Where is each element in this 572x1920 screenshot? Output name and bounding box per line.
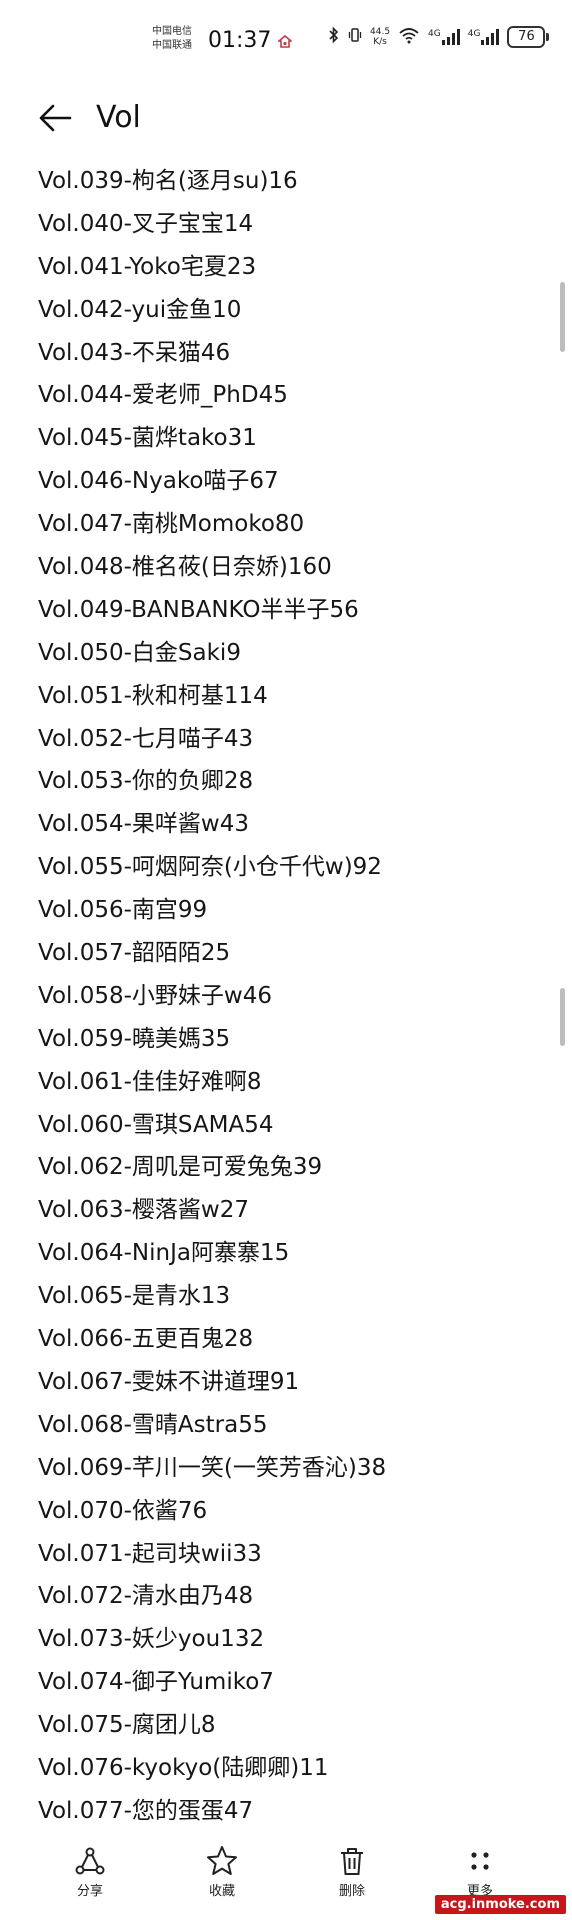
wifi-icon bbox=[398, 26, 420, 48]
signal-1-bars-icon bbox=[441, 29, 460, 45]
scrollbar-thumb-upper[interactable] bbox=[560, 282, 565, 352]
list-item[interactable]: Vol.062-周叽是可爱兔兔39 bbox=[38, 1154, 386, 1197]
notification-badge-icon bbox=[276, 34, 294, 48]
signal-2-bars-icon bbox=[481, 29, 500, 45]
list-item[interactable]: Vol.069-芊川一笑(一笑芳香沁)38 bbox=[38, 1455, 386, 1498]
list-item[interactable]: Vol.041-Yoko宅夏23 bbox=[38, 254, 386, 297]
list-item[interactable]: Vol.061-佳佳好难啊8 bbox=[38, 1069, 386, 1112]
list-item[interactable]: Vol.057-韶陌陌25 bbox=[38, 940, 386, 983]
network-speed: 44.5 K/s bbox=[370, 27, 390, 47]
volume-list: Vol.039-枸名(逐月su)16 Vol.040-叉子宝宝14 Vol.041-… bbox=[38, 168, 386, 1841]
list-item[interactable]: Vol.047-南桃Momoko80 bbox=[38, 511, 386, 554]
list-item[interactable]: Vol.068-雪晴Astra55 bbox=[38, 1412, 386, 1455]
list-item[interactable]: Vol.067-雯妹不讲道理91 bbox=[38, 1369, 386, 1412]
list-item[interactable]: Vol.042-yui金鱼10 bbox=[38, 297, 386, 340]
status-icons: 44.5 K/s 4G 4G 76 bbox=[328, 26, 550, 48]
carrier-2: 中国联通 bbox=[152, 40, 192, 51]
list-item[interactable]: Vol.073-妖少you132 bbox=[38, 1626, 386, 1669]
list-item[interactable]: Vol.072-清水由乃48 bbox=[38, 1583, 386, 1626]
share-label: 分享 bbox=[76, 1884, 103, 1899]
more-dots-icon bbox=[471, 1852, 489, 1870]
favorite-label: 收藏 bbox=[208, 1884, 235, 1899]
signal-label-2: 4G bbox=[467, 29, 481, 39]
share-icon bbox=[75, 1847, 105, 1875]
list-item[interactable]: Vol.066-五更百鬼28 bbox=[38, 1326, 386, 1369]
list-item[interactable]: Vol.051-秋和柯基114 bbox=[38, 683, 386, 726]
bluetooth-icon bbox=[328, 26, 340, 48]
list-item[interactable]: Vol.055-呵烟阿奈(小仓千代w)92 bbox=[38, 854, 386, 897]
list-item[interactable]: Vol.048-椎名莜(日奈娇)160 bbox=[38, 554, 386, 597]
list-item[interactable]: Vol.054-果咩酱w43 bbox=[38, 811, 386, 854]
list-item[interactable]: Vol.053-你的负卿28 bbox=[38, 768, 386, 811]
signal-label-1: 4G bbox=[428, 29, 441, 39]
list-item[interactable]: Vol.050-白金Saki9 bbox=[38, 640, 386, 683]
list-item[interactable]: Vol.065-是青水13 bbox=[38, 1283, 386, 1326]
app-header: Vol bbox=[0, 88, 572, 148]
list-item[interactable]: Vol.039-枸名(逐月su)16 bbox=[38, 168, 386, 211]
signal-1: 4G bbox=[428, 29, 460, 45]
battery-level: 76 bbox=[507, 26, 546, 48]
clock: 01:37 bbox=[208, 28, 272, 53]
share-button[interactable]: 分享 bbox=[50, 1844, 130, 1899]
list-item[interactable]: Vol.074-御子Yumiko7 bbox=[38, 1669, 386, 1712]
more-button[interactable]: 更多 bbox=[440, 1844, 520, 1899]
list-item[interactable]: Vol.056-南宫99 bbox=[38, 897, 386, 940]
list-item[interactable]: Vol.044-爱老师_PhD45 bbox=[38, 382, 386, 425]
bottom-action-bar: 分享 收藏 删除 更多 acg.inmoke.com bbox=[0, 1836, 572, 1920]
page-title: Vol bbox=[96, 100, 141, 135]
status-bar: 中国电信 中国联通 01:37 44.5 K/s 4G 4G 76 bbox=[0, 0, 572, 80]
carrier-info: 中国电信 中国联通 bbox=[152, 25, 192, 53]
list-item[interactable]: Vol.064-NinJa阿寨寨15 bbox=[38, 1240, 386, 1283]
vibrate-icon bbox=[348, 26, 362, 48]
network-speed-unit: K/s bbox=[373, 37, 387, 47]
list-item[interactable]: Vol.071-起司块wii33 bbox=[38, 1541, 386, 1584]
battery-icon: 76 bbox=[507, 26, 550, 48]
watermark: acg.inmoke.com bbox=[434, 1895, 566, 1914]
list-item[interactable]: Vol.075-腐团儿8 bbox=[38, 1712, 386, 1755]
network-speed-value: 44.5 bbox=[370, 27, 391, 37]
delete-button[interactable]: 删除 bbox=[312, 1844, 392, 1899]
signal-2: 4G bbox=[468, 29, 500, 45]
back-button[interactable] bbox=[36, 98, 76, 138]
list-item[interactable]: Vol.063-樱落酱w27 bbox=[38, 1197, 386, 1240]
list-item[interactable]: Vol.043-不呆猫46 bbox=[38, 340, 386, 383]
list-item[interactable]: Vol.077-您的蛋蛋47 bbox=[38, 1798, 386, 1841]
list-item[interactable]: Vol.060-雪琪SAMA54 bbox=[38, 1112, 386, 1155]
star-icon bbox=[207, 1846, 237, 1875]
carrier-1: 中国电信 bbox=[152, 26, 192, 37]
list-item[interactable]: Vol.045-菌烨tako31 bbox=[38, 425, 386, 468]
list-item[interactable]: Vol.076-kyokyo(陆卿卿)11 bbox=[38, 1755, 386, 1798]
trash-icon bbox=[341, 1848, 363, 1875]
list-item[interactable]: Vol.058-小野妹子w46 bbox=[38, 983, 386, 1026]
list-item[interactable]: Vol.049-BANBANKO半半子56 bbox=[38, 597, 386, 640]
battery-tip bbox=[546, 33, 550, 41]
list-item[interactable]: Vol.070-依酱76 bbox=[38, 1498, 386, 1541]
list-item[interactable]: Vol.040-叉子宝宝14 bbox=[38, 211, 386, 254]
scrollbar-thumb-lower[interactable] bbox=[560, 988, 565, 1046]
back-arrow-icon bbox=[39, 104, 72, 132]
list-item[interactable]: Vol.059-曉美媽35 bbox=[38, 1026, 386, 1069]
list-item[interactable]: Vol.046-Nyako喵子67 bbox=[38, 468, 386, 511]
favorite-button[interactable]: 收藏 bbox=[182, 1844, 262, 1899]
delete-label: 删除 bbox=[338, 1884, 365, 1899]
list-item[interactable]: Vol.052-七月喵子43 bbox=[38, 726, 386, 769]
